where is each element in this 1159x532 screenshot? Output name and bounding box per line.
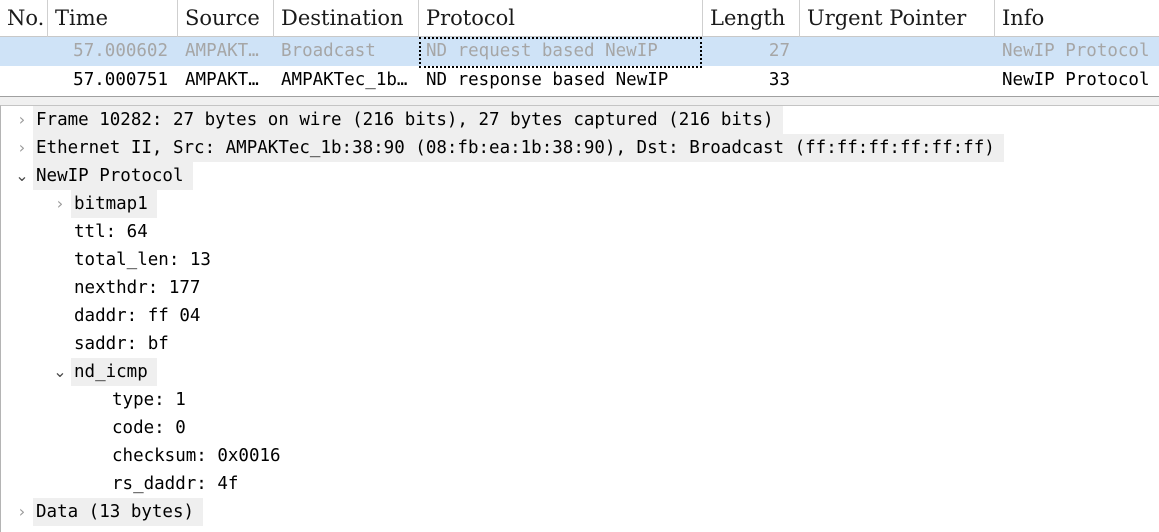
packet-cell-destination[interactable]: AMPAKTec_1b… [274,66,419,95]
packet-cell-no[interactable] [0,66,48,95]
detail-tree-row[interactable]: checksum: 0x0016 [1,442,1159,470]
packet-cell-protocol[interactable]: ND request based NewIP [419,37,703,66]
packet-cell-destination[interactable]: Broadcast [274,37,419,66]
chevron-right-icon[interactable]: › [11,134,33,162]
packet-list-rows[interactable]: 57.000602AMPAKT…BroadcastND request base… [0,37,1159,95]
packet-row[interactable]: 57.000751AMPAKT…AMPAKTec_1b…ND response … [0,66,1159,95]
packet-cell-length[interactable]: 33 [703,66,800,95]
detail-tree-row[interactable]: saddr: bf [1,330,1159,358]
packet-cell-time[interactable]: 57.000602 [48,37,178,66]
packet-cell-time[interactable]: 57.000751 [48,66,178,95]
detail-tree-label: daddr: ff 04 [71,302,209,330]
packet-list-pane[interactable]: No.TimeSourceDestinationProtocolLengthUr… [0,0,1159,97]
detail-tree-label: Frame 10282: 27 bytes on wire (216 bits)… [33,106,783,134]
column-header-info[interactable]: Info [995,0,1159,37]
detail-tree-row[interactable]: ›bitmap1 [1,190,1159,218]
detail-tree-label: saddr: bf [71,330,178,358]
packet-cell-urgent-pointer[interactable] [800,66,995,95]
packet-row[interactable]: 57.000602AMPAKT…BroadcastND request base… [0,37,1159,66]
detail-tree-row[interactable]: ⌄NewIP Protocol [1,162,1159,190]
detail-tree-label: NewIP Protocol [33,162,193,190]
column-header-destination[interactable]: Destination [274,0,419,37]
packet-cell-urgent-pointer[interactable] [800,37,995,66]
chevron-right-icon[interactable]: › [11,106,33,134]
column-header-length[interactable]: Length [703,0,800,37]
detail-tree-label: nexthdr: 177 [71,274,209,302]
detail-tree-label: nd_icmp [71,358,157,386]
detail-tree-label: Ethernet II, Src: AMPAKTec_1b:38:90 (08:… [33,134,1004,162]
column-header-urgent-pointer[interactable]: Urgent Pointer [800,0,995,37]
chevron-down-icon[interactable]: ⌄ [11,162,33,190]
pane-splitter[interactable] [0,97,1159,105]
chevron-down-icon[interactable]: ⌄ [49,358,71,386]
detail-tree-label: type: 1 [109,386,195,414]
detail-tree-row[interactable]: type: 1 [1,386,1159,414]
detail-tree-row[interactable]: code: 0 [1,414,1159,442]
packet-cell-length[interactable]: 27 [703,37,800,66]
detail-tree-label: code: 0 [109,414,195,442]
detail-tree-label: total_len: 13 [71,246,220,274]
detail-tree-label: checksum: 0x0016 [109,442,290,470]
packet-cell-source[interactable]: AMPAKT… [178,66,274,95]
detail-tree-label: bitmap1 [71,190,157,218]
detail-tree-row[interactable]: ttl: 64 [1,218,1159,246]
detail-tree-row[interactable]: total_len: 13 [1,246,1159,274]
chevron-right-icon[interactable]: › [11,498,33,526]
detail-tree-row[interactable]: nexthdr: 177 [1,274,1159,302]
packet-cell-info[interactable]: NewIP Protocol [995,66,1159,95]
packet-detail-pane[interactable]: ›Frame 10282: 27 bytes on wire (216 bits… [0,105,1159,532]
detail-tree-row[interactable]: ›Frame 10282: 27 bytes on wire (216 bits… [1,106,1159,134]
detail-tree-label: Data (13 bytes) [33,498,203,526]
detail-tree-row[interactable]: ⌄nd_icmp [1,358,1159,386]
packet-cell-source[interactable]: AMPAKT… [178,37,274,66]
detail-tree-label: rs_daddr: 4f [109,470,247,498]
packet-cell-no[interactable] [0,37,48,66]
detail-tree-row[interactable]: ›Ethernet II, Src: AMPAKTec_1b:38:90 (08… [1,134,1159,162]
packet-list-header[interactable]: No.TimeSourceDestinationProtocolLengthUr… [0,0,1159,37]
chevron-right-icon[interactable]: › [49,190,71,218]
detail-tree-row[interactable]: ›Data (13 bytes) [1,498,1159,526]
packet-cell-info[interactable]: NewIP Protocol [995,37,1159,66]
detail-tree-row[interactable]: rs_daddr: 4f [1,470,1159,498]
packet-cell-protocol[interactable]: ND response based NewIP [419,66,703,95]
wireshark-window: No.TimeSourceDestinationProtocolLengthUr… [0,0,1159,532]
column-header-time[interactable]: Time [48,0,178,37]
detail-tree-row[interactable]: daddr: ff 04 [1,302,1159,330]
column-header-no[interactable]: No. [0,0,48,37]
detail-tree-label: ttl: 64 [71,218,157,246]
column-header-source[interactable]: Source [178,0,274,37]
column-header-protocol[interactable]: Protocol [419,0,703,37]
